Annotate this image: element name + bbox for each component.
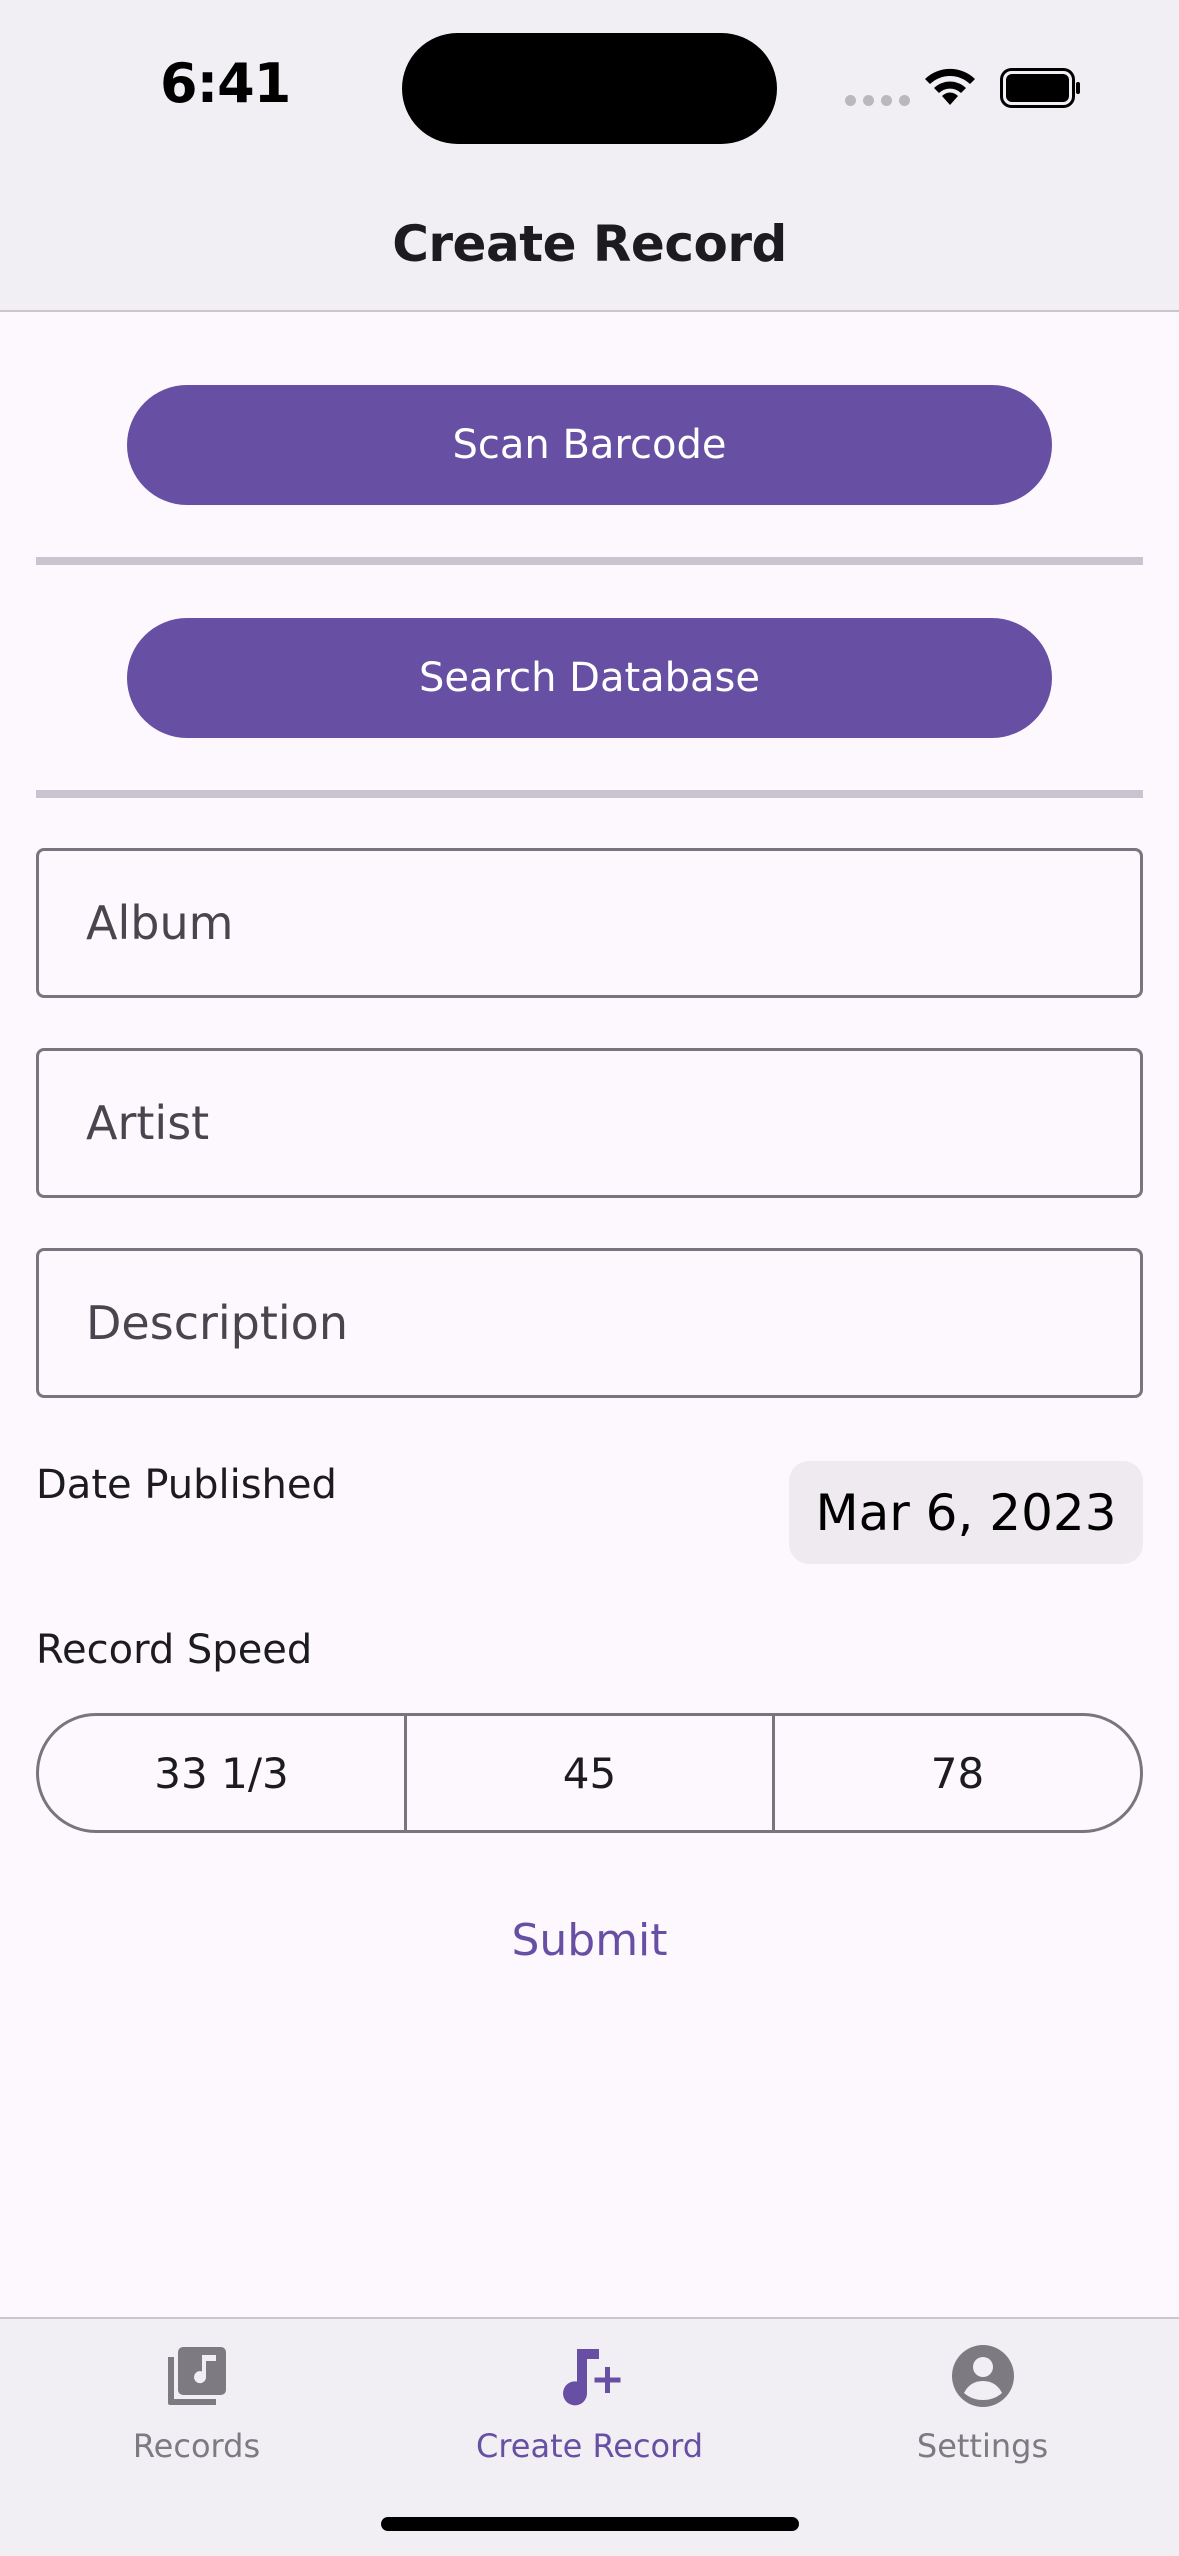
status-time: 6:41 xyxy=(160,52,291,115)
tab-label: Records xyxy=(132,2427,261,2465)
tab-label: Create Record xyxy=(475,2427,704,2465)
divider xyxy=(36,557,1143,565)
divider xyxy=(36,790,1143,798)
tab-records[interactable]: Records xyxy=(0,2319,393,2499)
date-picker-button[interactable]: Mar 6, 2023 xyxy=(789,1461,1143,1564)
home-indicator xyxy=(381,2517,799,2531)
tab-settings[interactable]: Settings xyxy=(786,2319,1179,2499)
page-title: Create Record xyxy=(392,215,787,273)
artist-field[interactable]: Artist xyxy=(36,1048,1143,1198)
battery-icon xyxy=(1000,68,1080,108)
artist-placeholder: Artist xyxy=(86,1096,210,1150)
cellular-signal-icon xyxy=(845,95,910,106)
tab-create-record[interactable]: Create Record xyxy=(393,2319,786,2499)
record-speed-selector: 33 1/3 45 78 xyxy=(36,1713,1143,1833)
speed-option-33[interactable]: 33 1/3 xyxy=(39,1716,407,1830)
album-placeholder: Album xyxy=(86,896,234,950)
dynamic-island xyxy=(402,33,777,144)
scan-barcode-button[interactable]: Scan Barcode xyxy=(127,385,1052,505)
app-bar: Create Record xyxy=(0,180,1179,312)
description-field[interactable]: Description xyxy=(36,1248,1143,1398)
date-published-label: Date Published xyxy=(36,1462,337,1508)
search-database-button[interactable]: Search Database xyxy=(127,618,1052,738)
status-bar: 6:41 xyxy=(0,0,1179,180)
album-field[interactable]: Album xyxy=(36,848,1143,998)
tab-label: Settings xyxy=(916,2427,1049,2465)
account-circle-icon xyxy=(951,2345,1014,2407)
submit-button[interactable]: Submit xyxy=(0,1915,1179,1966)
wifi-icon xyxy=(925,68,975,105)
speed-option-78[interactable]: 78 xyxy=(775,1716,1140,1830)
speed-option-45[interactable]: 45 xyxy=(407,1716,775,1830)
music-note-add-icon xyxy=(562,2349,620,2406)
record-speed-label: Record Speed xyxy=(36,1627,313,1673)
description-placeholder: Description xyxy=(86,1296,348,1350)
music-library-icon xyxy=(167,2347,226,2405)
